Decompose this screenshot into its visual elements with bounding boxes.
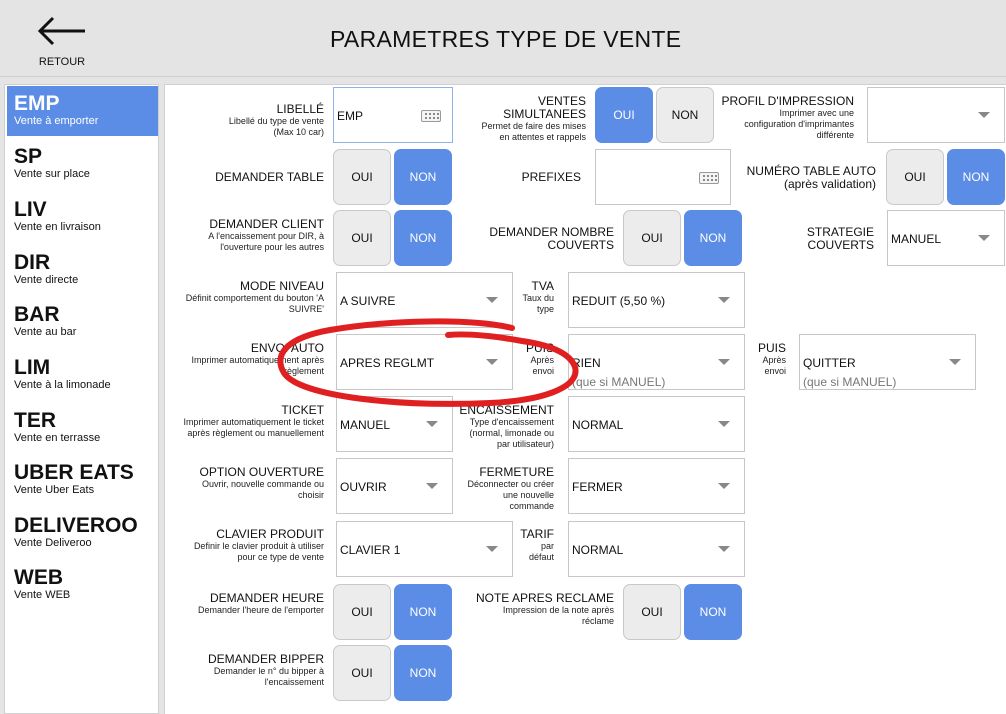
sidebar-item-uber-eats[interactable]: UBER EATS Vente Uber Eats [7,455,158,505]
sidebar-item-label: Vente au bar [14,326,77,338]
puis-2-select[interactable]: QUITTER (que si MANUEL) [799,334,976,390]
envoi-auto-select[interactable]: APRES REGLMT [336,334,513,390]
profil-impression-label: PROFIL D'IMPRESSION Imprimer avec une co… [721,94,854,141]
keyboard-icon[interactable] [699,172,719,184]
arrow-left-icon [37,16,85,46]
chevron-down-icon [718,546,730,552]
demander-client-oui[interactable]: OUI [333,210,391,266]
keyboard-icon[interactable] [421,110,441,122]
sidebar-item-code: TER [14,409,56,432]
profil-impression-select[interactable] [867,87,1005,143]
sidebar-item-label: Vente à emporter [14,115,99,127]
tva-select[interactable]: REDUIT (5,50 %) [568,272,745,328]
sidebar-item-label: Vente en livraison [14,221,101,233]
sidebar-item-label: Vente en terrasse [14,432,101,444]
demander-table-label: DEMANDER TABLE [215,170,324,184]
sidebar-item-sp[interactable]: SP Vente sur place [7,139,158,189]
fermeture-label: FERMETURE Déconnecter ou créer une nouve… [467,465,554,512]
sidebar-item-lim[interactable]: LIM Vente à la limonade [7,350,158,400]
numero-table-auto-non[interactable]: NON [947,149,1005,205]
demander-heure-oui[interactable]: OUI [333,584,391,640]
libelle-label: LIBELLÉ Libellé du type de vente (Max 10… [228,102,324,138]
option-ouverture-label: OPTION OUVERTURE Ouvrir, nouvelle comman… [199,465,324,501]
tarif-label: TARIF par défaut [520,527,554,563]
note-apres-reclame-oui[interactable]: OUI [623,584,681,640]
numero-table-auto-label: NUMÉRO TABLE AUTO (après validation) [746,164,876,191]
demander-heure-label: DEMANDER HEURE Demander l'heure de l'emp… [198,591,324,616]
demander-bipper-label: DEMANDER BIPPER Demander le n° du bipper… [207,652,324,688]
ticket-label: TICKET Imprimer automatiquement le ticke… [183,403,324,439]
tva-label: TVA Taux du type [522,279,554,315]
note-apres-reclame-label: NOTE APRES RECLAME Impression de la note… [475,591,614,627]
tarif-select[interactable]: NORMAL [568,521,745,577]
chevron-down-icon [718,297,730,303]
sidebar-item-code: LIM [14,356,51,379]
demander-bipper-non[interactable]: NON [394,645,452,701]
sidebar-item-code: WEB [14,566,63,589]
chevron-down-icon [718,483,730,489]
chevron-down-icon [978,112,990,118]
puis-2-label: PUIS Après envoi [757,341,786,377]
sidebar-item-code: LIV [14,198,47,221]
demander-nombre-couverts-oui[interactable]: OUI [623,210,681,266]
demander-bipper-oui[interactable]: OUI [333,645,391,701]
demander-table-oui[interactable]: OUI [333,149,391,205]
encaissement-label: ENCAISSEMENT Type d'encaissement (normal… [459,403,554,450]
sidebar-item-bar[interactable]: BAR Vente au bar [7,297,158,347]
demander-client-label: DEMANDER CLIENT A l'encaissement pour DI… [208,217,324,253]
sidebar-item-label: Vente Deliveroo [14,537,92,549]
puis-1-label: PUIS Après envoi [525,341,554,377]
puis-1-select[interactable]: RIEN (que si MANUEL) [568,334,745,390]
numero-table-auto-oui[interactable]: OUI [886,149,944,205]
sidebar-item-web[interactable]: WEB Vente WEB [7,560,158,610]
demander-heure-non[interactable]: NON [394,584,452,640]
sidebar-item-code: DIR [14,251,51,274]
ventes-simultanees-non[interactable]: NON [656,87,714,143]
sidebar-item-label: Vente Uber Eats [14,484,95,496]
sidebar-item-deliveroo[interactable]: DELIVEROO Vente Deliveroo [7,508,158,558]
sidebar-item-label: Vente à la limonade [14,379,111,391]
sidebar-item-label: Vente directe [14,274,79,286]
header: RETOUR PARAMETRES TYPE DE VENTE [0,0,1006,77]
sidebar-item-code: SP [14,145,43,168]
chevron-down-icon [718,421,730,427]
back-label: RETOUR [38,56,86,68]
sidebar-item-code: UBER EATS [14,461,134,484]
sidebar-item-code: EMP [14,92,60,115]
libelle-input[interactable]: EMP [333,87,453,143]
demander-client-non[interactable]: NON [394,210,452,266]
page-title: PARAMETRES TYPE DE VENTE [330,26,682,52]
encaissement-select[interactable]: NORMAL [568,396,745,452]
demander-nombre-couverts-non[interactable]: NON [684,210,742,266]
prefixes-input[interactable] [595,149,731,205]
settings-panel: LIBELLÉ Libellé du type de vente (Max 10… [164,84,1006,714]
chevron-down-icon [978,235,990,241]
demander-nombre-couverts-label: DEMANDER NOMBRE COUVERTS [489,225,614,252]
sidebar-item-code: BAR [14,303,60,326]
strategie-couverts-select[interactable]: MANUEL [887,210,1005,266]
mode-niveau-label: MODE NIVEAU Définit comportement du bout… [185,279,324,315]
strategie-couverts-label: STRATEGIE COUVERTS [806,225,874,252]
ventes-simultanees-oui[interactable]: OUI [595,87,653,143]
clavier-produit-select[interactable]: CLAVIER 1 [336,521,513,577]
ventes-simultanees-label: VENTES SIMULTANEES Permet de faire des m… [481,94,586,143]
envoi-auto-label: ENVOI AUTO Imprimer automatiquement aprè… [191,341,324,377]
prefixes-label: PREFIXES [521,170,581,184]
chevron-down-icon [949,359,961,365]
sidebar-item-ter[interactable]: TER Vente en terrasse [7,403,158,453]
sale-type-sidebar: EMP Vente à emporter SP Vente sur place … [4,84,159,714]
sidebar-item-emp[interactable]: EMP Vente à emporter [7,86,158,136]
back-button[interactable]: RETOUR [30,14,94,72]
note-apres-reclame-non[interactable]: NON [684,584,742,640]
clavier-produit-label: CLAVIER PRODUIT Definir le clavier produ… [193,527,324,563]
sidebar-item-label: Vente WEB [14,589,71,601]
mode-niveau-select[interactable]: A SUIVRE [336,272,513,328]
sidebar-item-dir[interactable]: DIR Vente directe [7,245,158,295]
sidebar-item-label: Vente sur place [14,168,90,180]
sidebar-item-liv[interactable]: LIV Vente en livraison [7,192,158,242]
fermeture-select[interactable]: FERMER [568,458,745,514]
sidebar-item-code: DELIVEROO [14,514,138,537]
